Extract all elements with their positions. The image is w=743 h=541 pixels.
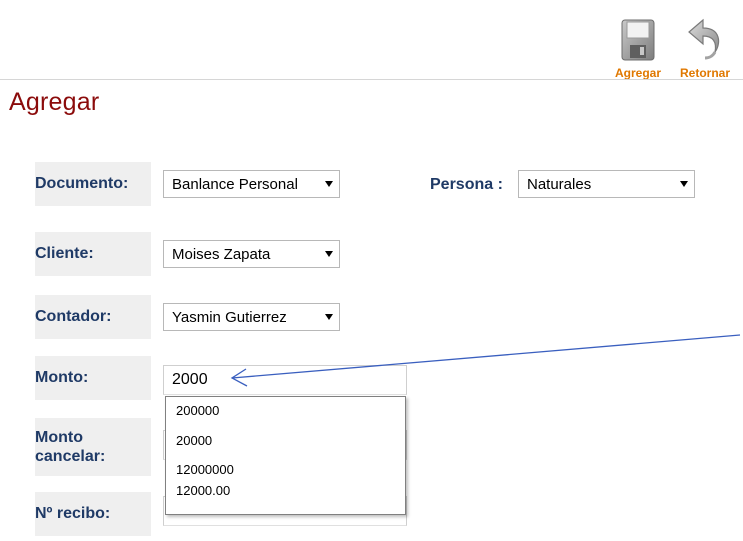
documento-value: Banlance Personal bbox=[172, 175, 298, 193]
recibo-label-cell: Nº recibo: bbox=[35, 492, 151, 536]
autocomplete-option[interactable]: 20000 bbox=[176, 433, 212, 448]
chevron-down-icon bbox=[325, 314, 333, 320]
monto-cancelar-label: Monto cancelar: bbox=[35, 428, 105, 466]
documento-label: Documento: bbox=[35, 175, 129, 192]
agregar-label: Agregar bbox=[614, 66, 661, 80]
monto-autocomplete-dropdown: 200000 20000 12000000 12000.00 bbox=[165, 396, 406, 515]
monto-label-cell: Monto: bbox=[35, 356, 151, 400]
monto-cancelar-label-line1: Monto bbox=[35, 429, 83, 446]
recibo-label: Nº recibo: bbox=[35, 505, 111, 522]
persona-select[interactable]: Naturales bbox=[518, 170, 695, 198]
page-title: Agregar bbox=[9, 88, 100, 116]
monto-label: Monto: bbox=[35, 369, 89, 386]
chevron-down-icon bbox=[325, 251, 333, 257]
retornar-button[interactable]: Retornar bbox=[677, 8, 733, 84]
autocomplete-option[interactable]: 12000000 bbox=[176, 462, 234, 477]
contador-label-cell: Contador: bbox=[35, 295, 151, 339]
autocomplete-option[interactable]: 200000 bbox=[176, 403, 219, 418]
contador-value: Yasmin Gutierrez bbox=[172, 308, 287, 326]
documento-select[interactable]: Banlance Personal bbox=[163, 170, 340, 198]
retornar-label: Retornar bbox=[679, 66, 730, 80]
autocomplete-option[interactable]: 12000.00 bbox=[176, 483, 230, 498]
contador-label: Contador: bbox=[35, 308, 112, 325]
header-divider bbox=[0, 79, 743, 80]
back-arrow-icon bbox=[677, 8, 733, 62]
contador-select[interactable]: Yasmin Gutierrez bbox=[163, 303, 340, 331]
chevron-down-icon bbox=[680, 181, 688, 187]
chevron-down-icon bbox=[325, 181, 333, 187]
persona-label: Persona : bbox=[430, 176, 503, 193]
cliente-label-cell: Cliente: bbox=[35, 232, 151, 276]
monto-cancelar-label-line2: cancelar: bbox=[35, 448, 106, 465]
monto-input[interactable]: 2000 bbox=[163, 365, 407, 395]
save-icon bbox=[610, 8, 666, 62]
agregar-button[interactable]: Agregar bbox=[610, 8, 666, 84]
cliente-value: Moises Zapata bbox=[172, 245, 271, 263]
monto-value: 2000 bbox=[172, 371, 208, 388]
cliente-label: Cliente: bbox=[35, 245, 94, 262]
monto-cancelar-label-cell: Monto cancelar: bbox=[35, 418, 151, 476]
cliente-select[interactable]: Moises Zapata bbox=[163, 240, 340, 268]
documento-label-cell: Documento: bbox=[35, 162, 151, 206]
persona-value: Naturales bbox=[527, 175, 592, 193]
